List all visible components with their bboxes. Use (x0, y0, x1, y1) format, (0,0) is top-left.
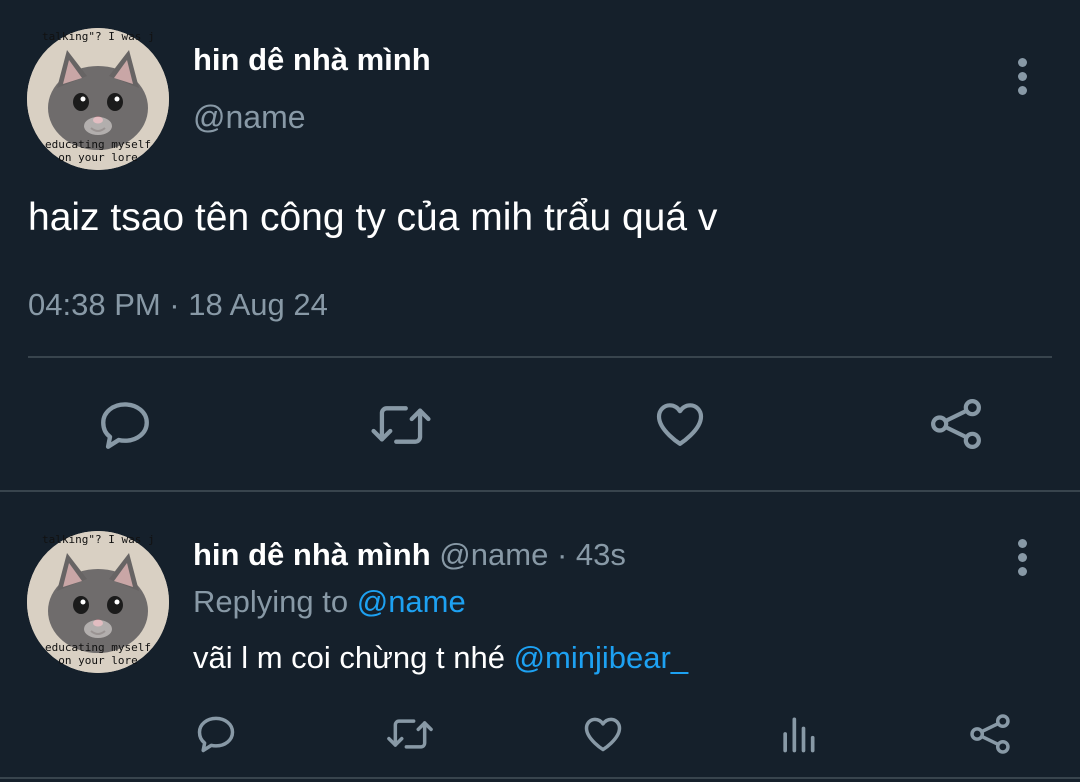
display-name[interactable]: hin dê nhà mình (193, 42, 431, 78)
reply-avatar-caption-bottom: educating myself on your lore (45, 641, 151, 667)
replying-to-handle[interactable]: @name (357, 584, 466, 619)
more-options-icon[interactable] (1012, 58, 1032, 102)
avatar-caption-top: talking"? I was just (42, 30, 154, 43)
reply-like-icon[interactable] (581, 712, 625, 756)
replying-to-label: Replying to (193, 584, 349, 619)
reply-retweet-icon[interactable] (386, 712, 434, 756)
reply-display-name[interactable]: hin dê nhà mình (193, 537, 431, 572)
reply-time-ago[interactable]: · 43s (557, 537, 626, 572)
replying-to: Replying to @name (193, 584, 466, 620)
reply-text: vãi l m coi chừng t nhé @minjibear_ (193, 640, 688, 676)
retweet-icon[interactable] (370, 396, 432, 454)
reply-icon[interactable] (96, 396, 154, 454)
reply-more-options-icon[interactable] (1012, 539, 1032, 583)
reply-header: hin dê nhà mình @name · 43s (193, 537, 626, 573)
reply-user-handle[interactable]: @name (439, 537, 548, 572)
section-divider (0, 490, 1080, 492)
share-icon[interactable] (928, 396, 984, 452)
divider (28, 356, 1052, 358)
reply-share-icon[interactable] (968, 712, 1012, 756)
reply-avatar-caption-top: talking"? I was just (42, 533, 154, 546)
tweet-text: haiz tsao tên công ty của mih trẩu quá v (28, 196, 718, 239)
reply-reply-icon[interactable] (194, 712, 238, 756)
reply-body: vãi l m coi chừng t nhé (193, 640, 505, 675)
avatar-caption-bottom: educating myself on your lore (45, 138, 151, 164)
mention-link[interactable]: @minjibear_ (514, 640, 688, 675)
user-handle[interactable]: @name (193, 99, 306, 136)
analytics-icon[interactable] (776, 712, 820, 756)
tweet-timestamp[interactable]: 04:38 PM · 18 Aug 24 (28, 287, 328, 323)
bottom-divider (0, 777, 1080, 779)
like-icon[interactable] (652, 396, 708, 452)
